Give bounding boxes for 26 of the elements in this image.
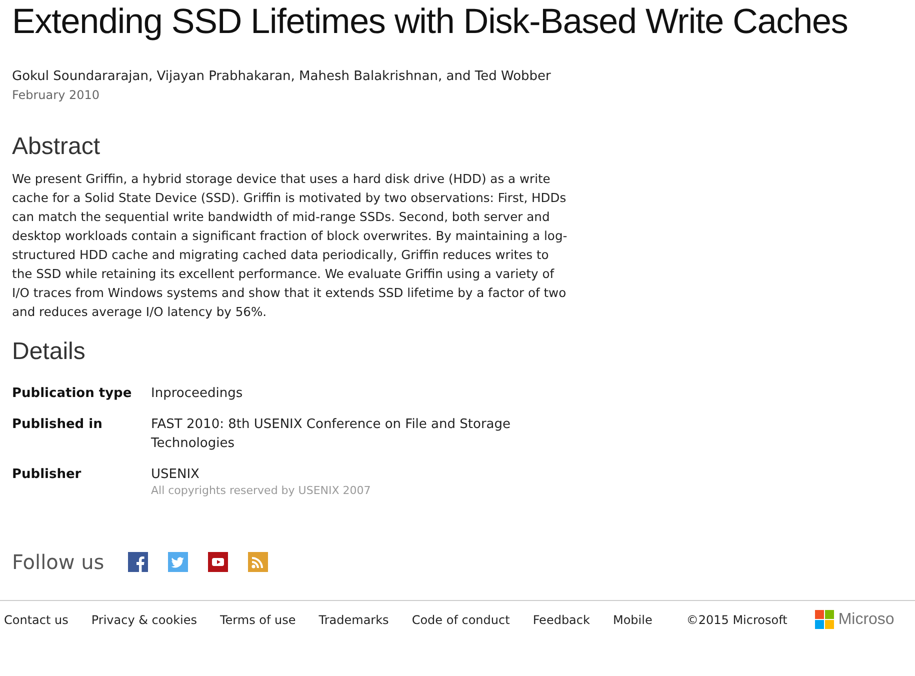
footer-link[interactable]: Trademarks <box>318 612 389 626</box>
section-heading: Details <box>12 338 86 366</box>
page-title: Extending SSD Lifetimes with Disk-Based Write Caches <box>12 1 848 43</box>
detail-value: Inproceedings <box>151 385 243 403</box>
four-squares-icon <box>815 610 834 629</box>
footer-link[interactable]: Code of conduct <box>412 612 510 626</box>
section-heading: Abstract <box>12 133 100 161</box>
facebook-icon[interactable] <box>128 552 148 572</box>
detail-value: FAST 2010: 8th USENIX Conference on File and Storage Technologies <box>151 416 512 453</box>
abstract-text: We present Griffin, a hybrid storage device that uses a hard disk drive (HDD) as a write cache for a Solid State Device (SSD). Griffin is motivated by two observations: First, HDDs can match the sequential write bandwidth of mid-range SSDs. Second, both server and desktop workloads contain a significant fraction of block overwrites. By maintaining a log-structured HDD cache and migrating cached data periodically, Griffin reduces writes to the SSD while retaining its excellent performance. We evaluate Griffin using a variety of I/O traces from Windows systems and show that it extends SSD lifetime by a factor of two and reduces average I/O latency by 56%. <box>12 171 568 321</box>
logo-text: Microso <box>838 610 894 628</box>
footer-link[interactable]: Feedback <box>532 612 590 626</box>
copyright-text: ©2015 Microsoft <box>686 612 788 626</box>
publication-date: February 2010 <box>12 88 100 102</box>
detail-label: Publisher <box>12 466 82 484</box>
detail-value: USENIX <box>151 466 200 484</box>
authors: Gokul Soundararajan, Vijayan Prabhakaran, Mahesh Balakrishnan, and Ted Wobber <box>12 69 551 84</box>
footer-link[interactable]: Contact us <box>4 612 68 626</box>
play-icon[interactable] <box>208 552 228 572</box>
copyright-note: All copyrights reserved by USENIX 2007 <box>151 484 371 498</box>
footer-link[interactable]: Terms of use <box>220 612 296 626</box>
detail-label: Published in <box>12 416 104 434</box>
follow-us-label: Follow us <box>12 550 104 574</box>
detail-label: Publication type <box>12 385 133 403</box>
footer-link[interactable]: Mobile <box>612 612 652 626</box>
footer-link[interactable]: Privacy & cookies <box>91 612 197 626</box>
